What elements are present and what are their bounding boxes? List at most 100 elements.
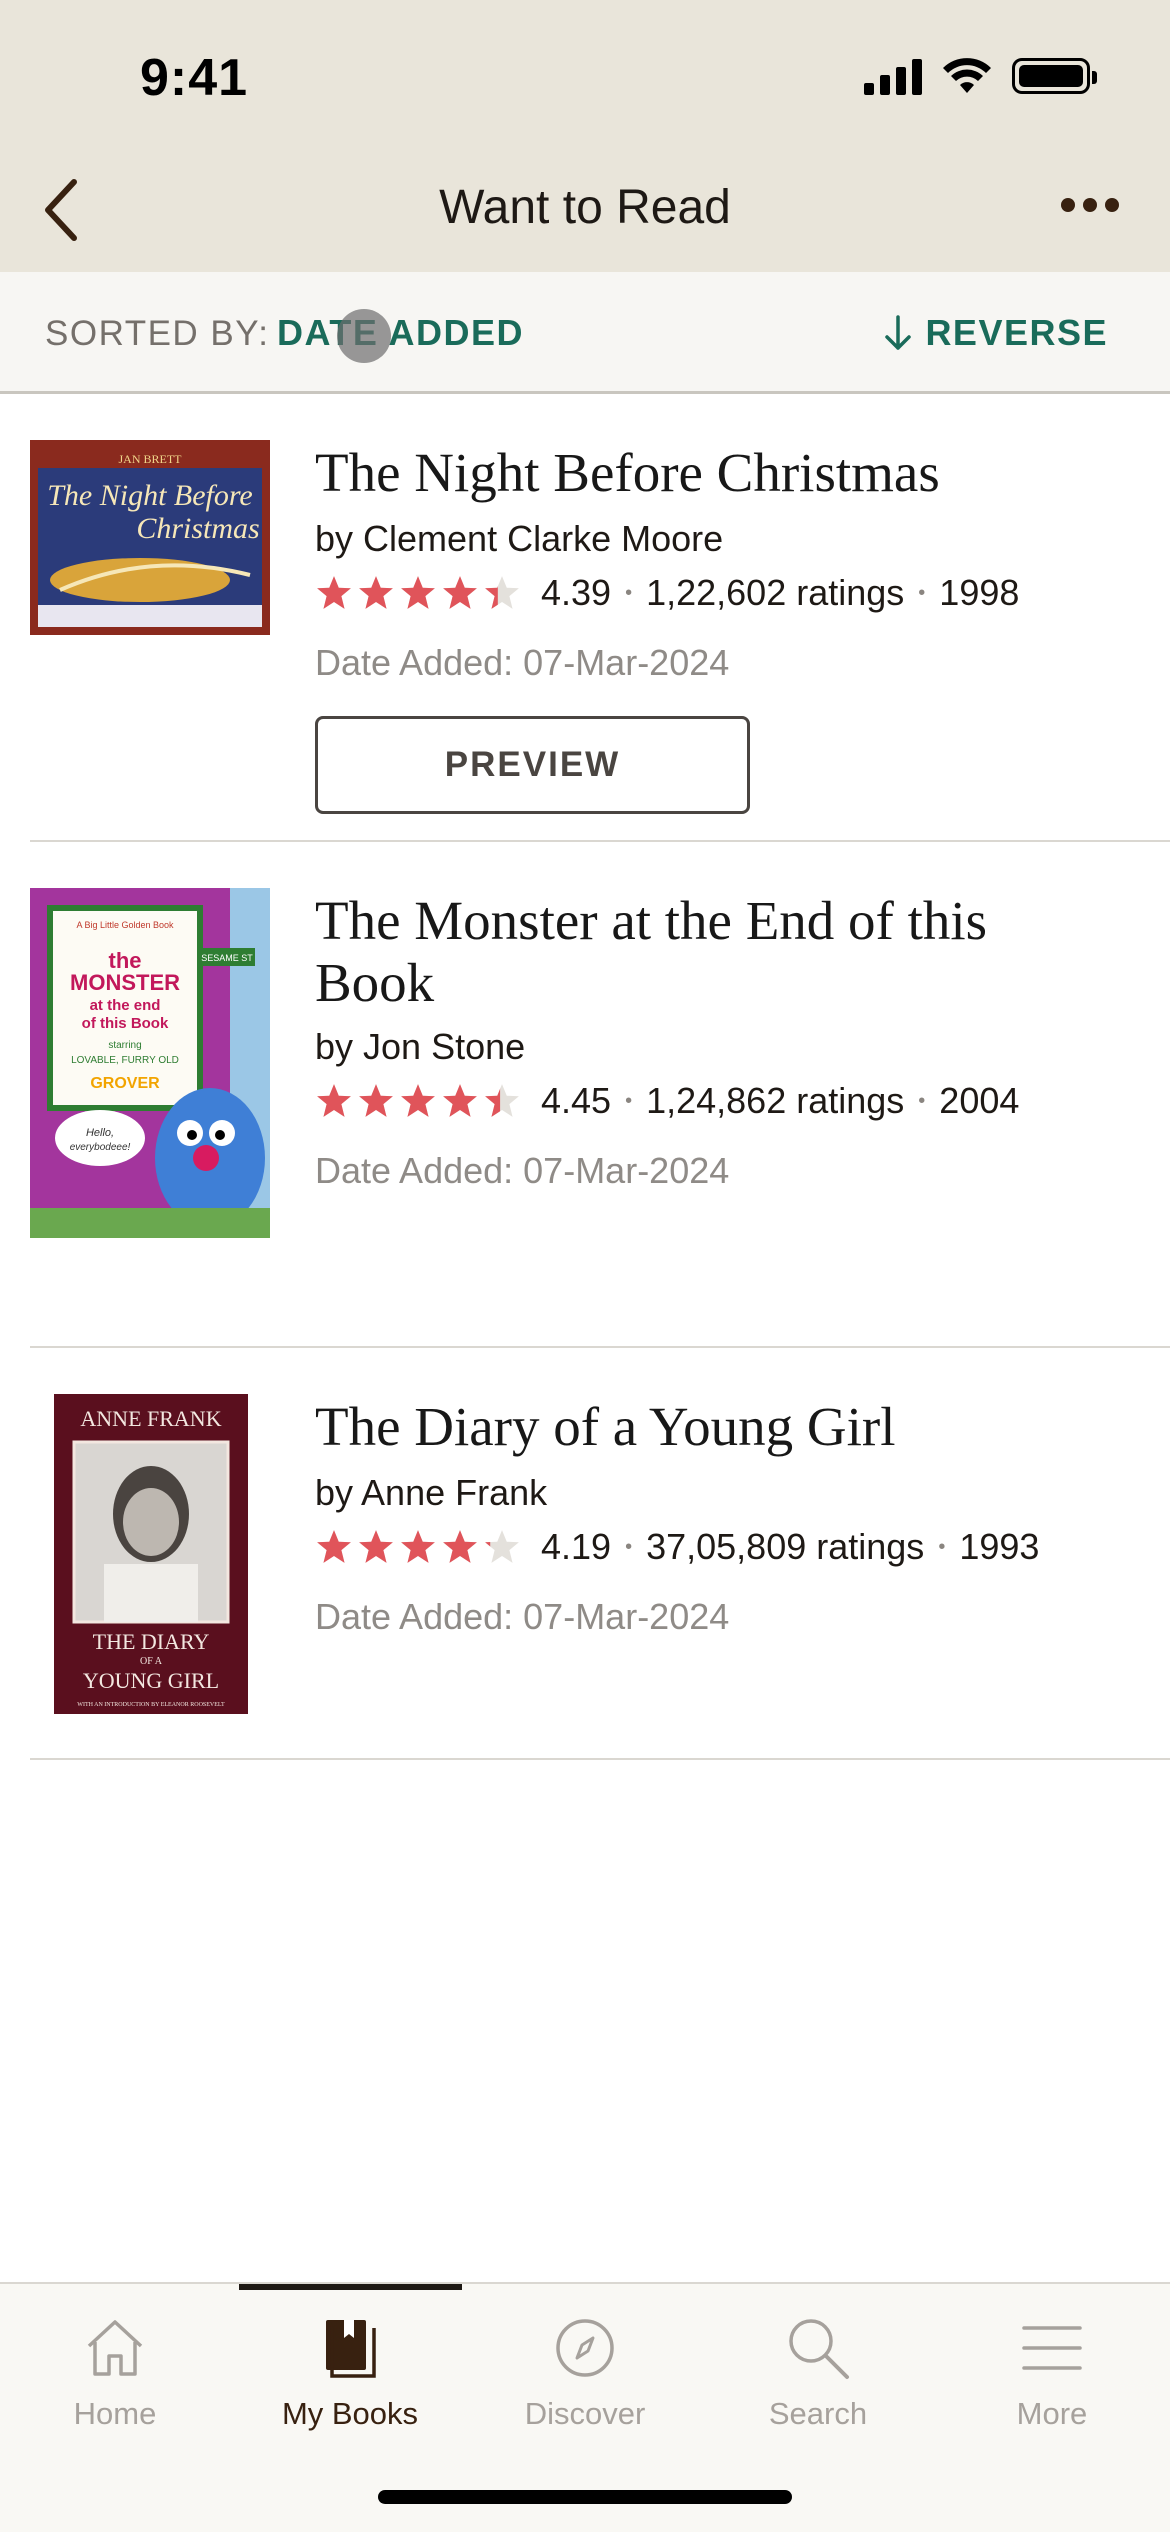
publication-year: 1998 <box>939 572 1020 613</box>
average-rating: 4.45 <box>541 1080 612 1121</box>
date-added: Date Added: 07-Mar-2024 <box>315 1596 730 1637</box>
star-icon <box>359 1084 393 1117</box>
rating-line: 4.39 • 1,22,602 ratings • 1998 <box>315 568 1019 618</box>
book-cover-monster-end-of-book[interactable]: A Big Little Golden Book the MONSTER at … <box>30 888 270 1238</box>
svg-text:WITH AN INTRODUCTION BY ELEANO: WITH AN INTRODUCTION BY ELEANOR ROOSEVEL… <box>77 1702 225 1708</box>
star-icon <box>443 576 477 609</box>
arrow-down-icon <box>885 315 912 350</box>
svg-text:A Big Little Golden Book: A Big Little Golden Book <box>76 920 174 930</box>
ratings-count: 1,22,602 ratings <box>646 572 905 613</box>
star-icon <box>485 1084 519 1117</box>
star-icon <box>401 1530 435 1563</box>
book-title[interactable]: The Night Before Christmas <box>315 442 1075 504</box>
separator-dot: • <box>625 1089 633 1112</box>
top-header: 9:41 Want to Read <box>0 0 1170 272</box>
status-icons <box>864 56 1097 96</box>
svg-text:MONSTER: MONSTER <box>70 970 180 995</box>
star-rating <box>315 1528 521 1566</box>
star-icon <box>443 1530 477 1563</box>
sort-label: SORTED BY: <box>45 314 270 353</box>
status-time: 9:41 <box>140 49 249 107</box>
star-rating <box>315 1082 521 1120</box>
tab-more[interactable]: More <box>942 2284 1162 2444</box>
touch-indicator <box>337 309 391 363</box>
svg-text:Christmas: Christmas <box>136 512 259 545</box>
sort-bar: SORTED BY: DATE ADDED REVERSE <box>0 272 1170 394</box>
rating-line: 4.45 • 1,24,862 ratings • 2004 <box>315 1076 1019 1126</box>
book-author[interactable]: by Clement Clarke Moore <box>315 518 723 560</box>
tab-label: Home <box>73 2396 157 2431</box>
book-row[interactable]: JAN BRETT The Night Before Christmas The… <box>30 394 1170 842</box>
star-icon <box>401 576 435 609</box>
svg-text:OF A: OF A <box>140 1656 163 1667</box>
tab-discover[interactable]: Discover <box>475 2284 695 2444</box>
book-title[interactable]: The Monster at the End of this Book <box>315 890 1075 1014</box>
svg-text:GROVER: GROVER <box>90 1075 160 1092</box>
star-icon <box>359 1530 393 1563</box>
ratings-count: 1,24,862 ratings <box>646 1080 905 1121</box>
separator-dot: • <box>918 1089 926 1112</box>
star-icon <box>317 576 351 609</box>
rating-line: 4.19 • 37,05,809 ratings • 1993 <box>315 1522 1039 1572</box>
svg-text:starring: starring <box>108 1040 141 1051</box>
average-rating: 4.39 <box>541 572 612 613</box>
book-cover-night-before-christmas[interactable]: JAN BRETT The Night Before Christmas <box>30 440 270 635</box>
star-icon <box>359 576 393 609</box>
book-author[interactable]: by Anne Frank <box>315 1472 547 1514</box>
dot <box>1083 198 1097 212</box>
tab-home[interactable]: Home <box>5 2284 225 2444</box>
menu-icon <box>1022 2326 1082 2370</box>
tab-label: Discover <box>524 2396 646 2431</box>
average-rating: 4.19 <box>541 1526 612 1567</box>
book-row[interactable]: ANNE FRANK THE DIARY OF A YOUNG GIRL WIT… <box>30 1348 1170 1760</box>
svg-text:everybodeee!: everybodeee! <box>70 1142 131 1153</box>
svg-text:JAN BRETT: JAN BRETT <box>119 452 183 466</box>
wifi-icon <box>943 58 991 93</box>
preview-button[interactable]: PREVIEW <box>315 716 750 814</box>
separator-dot: • <box>625 581 633 604</box>
date-added: Date Added: 07-Mar-2024 <box>315 1150 730 1191</box>
star-icon <box>443 1084 477 1117</box>
home-icon <box>87 2320 143 2376</box>
book-title[interactable]: The Diary of a Young Girl <box>315 1396 1075 1458</box>
tab-my-books[interactable]: My Books <box>240 2284 460 2444</box>
dot <box>1105 198 1119 212</box>
svg-text:YOUNG GIRL: YOUNG GIRL <box>83 1668 219 1693</box>
svg-text:of this Book: of this Book <box>82 1015 169 1032</box>
sort-by-dropdown[interactable]: DATE ADDED <box>277 312 524 354</box>
separator-dot: • <box>918 581 926 604</box>
separator-dot: • <box>938 1535 946 1558</box>
tab-search[interactable]: Search <box>708 2284 928 2444</box>
svg-text:at the end: at the end <box>90 997 161 1014</box>
dot <box>1061 198 1075 212</box>
star-icon <box>485 576 519 609</box>
svg-text:THE DIARY: THE DIARY <box>93 1629 210 1654</box>
book-author[interactable]: by Jon Stone <box>315 1026 525 1068</box>
tab-label: More <box>1016 2396 1088 2431</box>
reverse-label: REVERSE <box>925 312 1108 353</box>
svg-text:LOVABLE, FURRY OLD: LOVABLE, FURRY OLD <box>71 1055 179 1066</box>
star-icon <box>317 1530 351 1563</box>
svg-text:ANNE FRANK: ANNE FRANK <box>80 1406 221 1431</box>
book-row[interactable]: A Big Little Golden Book the MONSTER at … <box>30 842 1170 1348</box>
home-indicator <box>378 2490 792 2504</box>
book-cover-diary-young-girl[interactable]: ANNE FRANK THE DIARY OF A YOUNG GIRL WIT… <box>54 1394 248 1714</box>
date-added: Date Added: 07-Mar-2024 <box>315 642 730 683</box>
star-icon <box>317 1084 351 1117</box>
tab-label: Search <box>768 2396 868 2431</box>
ratings-count: 37,05,809 ratings <box>646 1526 925 1567</box>
svg-text:Hello,: Hello, <box>86 1127 114 1139</box>
cellular-signal-icon <box>864 57 922 95</box>
svg-text:The Night Before: The Night Before <box>47 479 253 512</box>
svg-text:SESAME ST: SESAME ST <box>201 953 253 963</box>
page-title: Want to Read <box>439 181 731 234</box>
star-rating <box>315 574 521 612</box>
search-icon <box>789 2319 849 2379</box>
star-icon <box>485 1530 519 1563</box>
publication-year: 2004 <box>939 1080 1020 1121</box>
publication-year: 1993 <box>959 1526 1040 1567</box>
compass-icon <box>556 2319 614 2377</box>
more-options-button[interactable] <box>1050 180 1130 230</box>
battery-icon <box>1012 58 1097 94</box>
reverse-sort-button[interactable]: REVERSE <box>883 312 1108 354</box>
